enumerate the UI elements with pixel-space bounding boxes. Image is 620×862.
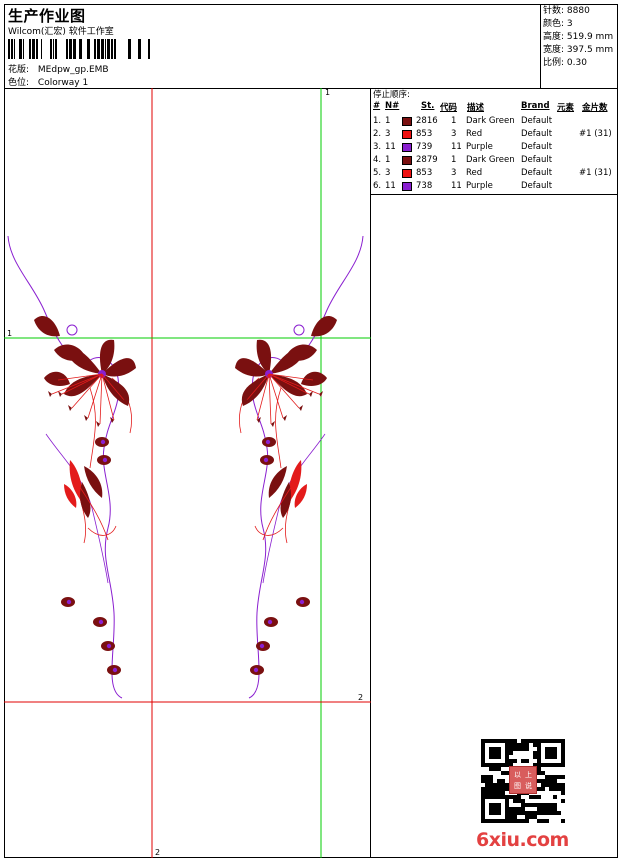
col-header-sequin: 金片数 [582, 103, 608, 113]
barcode [8, 39, 150, 59]
col-header-element: 元素 [557, 103, 575, 113]
row-stitches: 2816 [416, 116, 438, 126]
row-needle: 11 [385, 181, 396, 191]
thread-color-swatch [402, 156, 412, 165]
stop-sequence-row: 4. 1 2879 1 Dark Green Default [371, 154, 618, 167]
row-num: 2. [373, 129, 382, 139]
row-num: 3. [373, 142, 382, 152]
col-header-needle: N# [385, 101, 400, 111]
embroidery-motif-left [7, 235, 136, 699]
row-description: Purple [466, 142, 493, 152]
row-description: Red [466, 168, 483, 178]
row-description: Red [466, 129, 483, 139]
row-num: 6. [373, 181, 382, 191]
row-brand: Default [521, 181, 553, 191]
col-header-num: # [373, 101, 381, 111]
row-stitches: 738 [416, 181, 433, 191]
row-description: Dark Green [466, 116, 515, 126]
studio-subtitle: Wilcom(汇宏) 软件工作室 [8, 27, 114, 37]
col-header-stitches: St. [421, 101, 435, 111]
spec-colors: 颜色: 3 [543, 19, 573, 29]
stop-sequence-panel: 停止顺序: # N# St. 代码 描述 Brand 元素 金片数 1. 1 281… [371, 88, 618, 195]
site-watermark-logo: 6xiu.com [476, 829, 569, 851]
stop-sequence-row: 2. 3 853 3 Red Default #1 (31) [371, 128, 618, 141]
row-stitches: 739 [416, 142, 433, 152]
spec-height: 高度: 519.9 mm [543, 32, 614, 42]
row-stitches: 853 [416, 129, 433, 139]
row-code: 1 [451, 155, 457, 165]
guide-label-vertical-2: 2 [155, 848, 160, 857]
thread-color-swatch [402, 143, 412, 152]
stop-sequence-row: 3. 11 739 11 Purple Default [371, 141, 618, 154]
row-code: 11 [451, 181, 462, 191]
col-header-brand: Brand [521, 101, 550, 111]
row-num: 4. [373, 155, 382, 165]
row-brand: Default [521, 129, 553, 139]
row-needle: 3 [385, 129, 391, 139]
row-needle: 1 [385, 155, 391, 165]
row-brand: Default [521, 116, 553, 126]
row-needle: 11 [385, 142, 396, 152]
colorway-label: 色位: [8, 78, 30, 88]
col-header-description: 描述 [467, 103, 485, 113]
row-code: 3 [451, 168, 457, 178]
stop-sequence-row: 5. 3 853 3 Red Default #1 (31) [371, 167, 618, 180]
row-code: 1 [451, 116, 457, 126]
header: 生产作业图 Wilcom(汇宏) 软件工作室 花版: MEdpw_gp.EMB … [4, 4, 618, 89]
row-brand: Default [521, 155, 553, 165]
row-sequin: #1 (31) [579, 129, 612, 139]
design-file-line: 花版: MEdpw_gp.EMB [8, 62, 109, 75]
stop-sequence-row: 1. 1 2816 1 Dark Green Default [371, 115, 618, 128]
row-stitches: 853 [416, 168, 433, 178]
page-title: 生产作业图 [8, 7, 86, 25]
embroidery-design-preview: 1 1 2 2 [4, 88, 371, 858]
col-header-code: 代码 [440, 103, 458, 113]
thread-color-swatch [402, 182, 412, 191]
spec-stitches: 针数: 8880 [543, 6, 590, 16]
embroidery-motif-right [235, 235, 364, 699]
guide-label-horizontal-1: 1 [7, 329, 12, 338]
row-description: Purple [466, 181, 493, 191]
guide-label-vertical-1: 1 [325, 88, 330, 97]
row-num: 1. [373, 116, 382, 126]
design-specs: 针数: 8880 颜色: 3 高度: 519.9 mm 宽度: 397.5 mm… [540, 4, 618, 89]
thread-color-swatch [402, 130, 412, 139]
spec-width: 宽度: 397.5 mm [543, 45, 614, 55]
row-num: 5. [373, 168, 382, 178]
seal-stamp: 以 上 图 说 [509, 766, 537, 794]
row-brand: Default [521, 168, 553, 178]
colorway-line: 色位: Colorway 1 [8, 75, 88, 88]
spec-scale: 比例: 0.30 [543, 58, 587, 68]
thread-color-swatch [402, 117, 412, 126]
design-label: 花版: [8, 65, 30, 75]
row-brand: Default [521, 142, 553, 152]
row-stitches: 2879 [416, 155, 438, 165]
stop-sequence-title: 停止顺序: [373, 90, 410, 100]
design-file-name: MEdpw_gp.EMB [37, 65, 109, 75]
colorway-name: Colorway 1 [37, 78, 89, 88]
row-description: Dark Green [466, 155, 515, 165]
row-needle: 3 [385, 168, 391, 178]
row-code: 11 [451, 142, 462, 152]
stop-sequence-row: 6. 11 738 11 Purple Default [371, 180, 618, 193]
row-needle: 1 [385, 116, 391, 126]
thread-color-swatch [402, 169, 412, 178]
row-code: 3 [451, 129, 457, 139]
guide-label-horizontal-2: 2 [358, 693, 363, 702]
row-sequin: #1 (31) [579, 168, 612, 178]
design-canvas: 1 1 2 2 [4, 88, 371, 858]
